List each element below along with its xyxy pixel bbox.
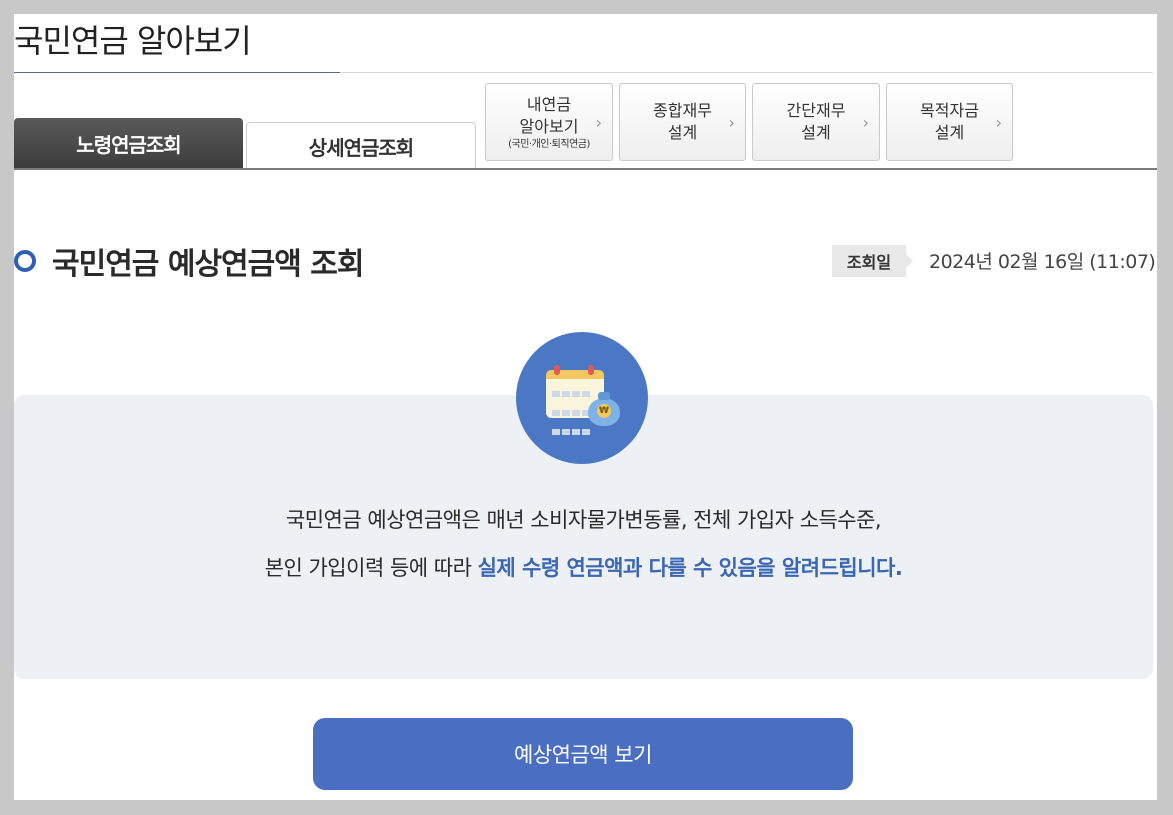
quick-link-comprehensive-plan[interactable]: 종합재무 설계 ›	[619, 83, 746, 161]
quick-link-label: 설계	[934, 123, 965, 142]
quick-link-goal-fund-plan[interactable]: 목적자금 설계 ›	[886, 83, 1013, 161]
tab-old-age-pension[interactable]: 노령연금조회	[14, 118, 243, 168]
section-bullet-icon	[14, 250, 36, 272]
money-pouch-icon: ₩	[588, 392, 620, 426]
inquiry-date-label: 조회일	[832, 245, 913, 277]
section-title: 국민연금 예상연금액 조회	[52, 247, 364, 282]
title-divider	[14, 72, 1153, 73]
tab-divider	[14, 168, 1157, 170]
quick-link-my-pension[interactable]: 내연금 알아보기 (국민·개인·퇴직연금) ›	[485, 83, 613, 161]
tab-detailed-pension[interactable]: 상세연금조회	[246, 122, 476, 169]
chevron-right-icon: ›	[995, 113, 1002, 132]
notice-line-2-plain: 본인 가입이력 등에 따라	[264, 556, 478, 580]
page-title: 국민연금 알아보기	[14, 22, 252, 60]
quick-link-label: 목적자금	[920, 101, 979, 120]
page-container: 국민연금 알아보기 노령연금조회 상세연금조회 내연금 알아보기 (국민·개인·…	[14, 14, 1157, 800]
notice-line-2: 본인 가입이력 등에 따라 실제 수령 연금액과 다를 수 있음을 알려드립니다…	[14, 544, 1153, 592]
notice-line-1: 국민연금 예상연금액은 매년 소비자물가변동률, 전체 가입자 소득수준,	[285, 508, 882, 532]
calendar-money-icon: ₩	[516, 332, 648, 464]
chevron-right-icon: ›	[595, 113, 602, 132]
notice-text: 국민연금 예상연금액은 매년 소비자물가변동률, 전체 가입자 소득수준, 본인…	[14, 496, 1153, 592]
quick-link-label: 설계	[667, 123, 698, 142]
quick-link-label: 종합재무	[653, 101, 712, 120]
quick-link-label: 알아보기	[519, 116, 579, 136]
chevron-right-icon: ›	[728, 113, 735, 132]
quick-link-label: 간단재무	[786, 101, 846, 120]
chevron-right-icon: ›	[862, 113, 869, 132]
notice-highlight: 실제 수령 연금액과 다를 수 있음을 알려드립니다.	[477, 556, 903, 580]
currency-mark: ₩	[597, 404, 611, 418]
view-expected-pension-button[interactable]: 예상연금액 보기	[313, 718, 853, 790]
quick-link-simple-plan[interactable]: 간단재무 설계 ›	[752, 83, 880, 161]
inquiry-date-value: 2024년 02월 16일 (11:07)	[929, 251, 1156, 273]
quick-link-label: 설계	[801, 123, 831, 142]
quick-link-sublabel: (국민·개인·퇴직연금)	[508, 138, 590, 150]
quick-link-label: 내연금	[526, 94, 572, 114]
